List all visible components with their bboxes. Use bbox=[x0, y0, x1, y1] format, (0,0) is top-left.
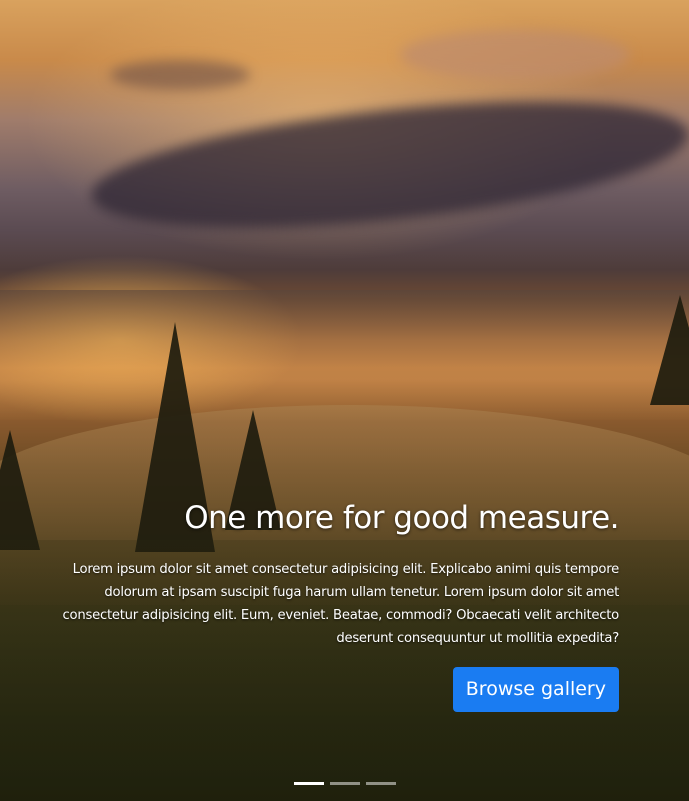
cloud bbox=[85, 78, 689, 252]
pine-tree bbox=[650, 295, 689, 405]
browse-gallery-button[interactable]: Browse gallery bbox=[452, 667, 619, 712]
carousel-slide: One more for good measure. Lorem ipsum d… bbox=[0, 0, 689, 801]
mist bbox=[0, 290, 689, 420]
cloud bbox=[400, 30, 630, 80]
cloud bbox=[110, 60, 250, 90]
carousel-indicator-2[interactable] bbox=[329, 782, 360, 785]
slide-description: Lorem ipsum dolor sit amet consectetur a… bbox=[62, 562, 620, 646]
slide-heading: One more for good measure. bbox=[184, 500, 619, 536]
carousel-indicator-3[interactable] bbox=[365, 782, 396, 785]
pine-tree bbox=[0, 430, 40, 550]
slide-caption: One more for good measure. Lorem ipsum d… bbox=[59, 500, 620, 712]
carousel-indicators bbox=[0, 782, 689, 785]
carousel-indicator-1[interactable] bbox=[293, 782, 324, 785]
